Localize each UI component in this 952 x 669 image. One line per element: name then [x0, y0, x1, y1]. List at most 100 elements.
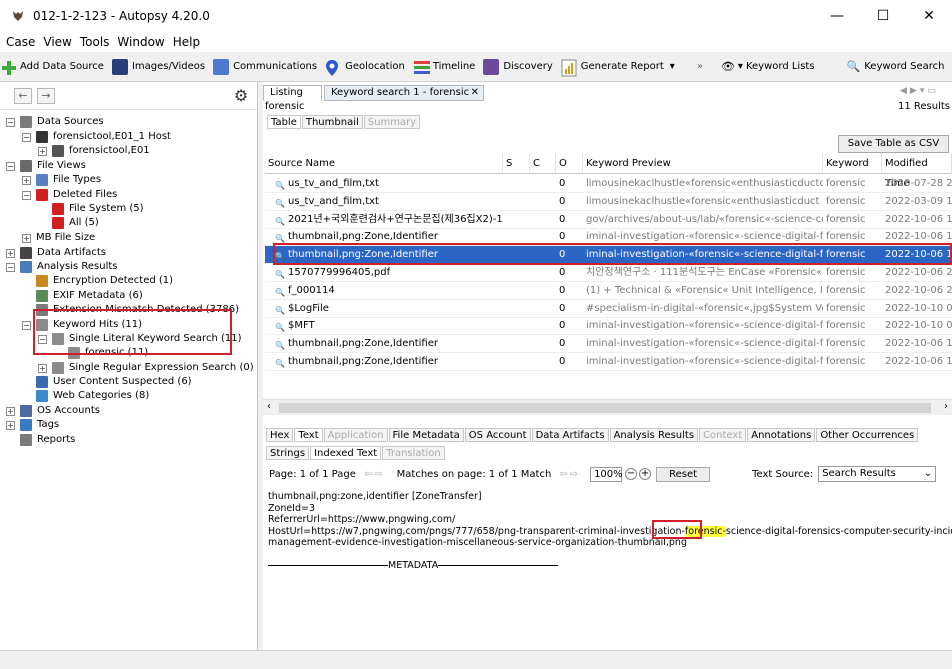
table-row[interactable]: 🔍 us_tv_and_film,txt 0 limousinekaclhustle«… — [265, 175, 952, 193]
subtab-thumbnail[interactable]: Thumbnail — [301, 115, 363, 129]
scroll-right-icon[interactable]: › — [944, 401, 948, 412]
tree-node[interactable]: EXIF Metadata (6) — [22, 289, 143, 303]
prev-page-icon[interactable]: ⇦ — [364, 469, 372, 480]
maximize-button[interactable]: ☐ — [860, 0, 906, 32]
keyword-lists-button[interactable]: 👁 ▾ Keyword Lists — [721, 60, 815, 73]
table-row[interactable]: 🔍 $LogFile 0 #specialism-in-digital-«forens… — [265, 300, 952, 318]
toolbar-overflow-icon[interactable]: » — [697, 61, 703, 72]
tree-node[interactable]: + Single Regular Expression Search (0) — [38, 361, 254, 375]
table-row[interactable]: 🔍 1570779996405,pdf 0 치안정책연구소 · 111분석도구는 En… — [265, 264, 952, 282]
tree-node[interactable]: Reports — [6, 433, 75, 447]
tab-file-metadata[interactable]: File Metadata — [388, 428, 464, 442]
tree-node[interactable]: Web Categories (8) — [22, 389, 149, 403]
collapse-icon[interactable]: − — [22, 132, 31, 142]
tab-other-occurrences[interactable]: Other Occurrences — [816, 428, 919, 442]
add-data-source-button[interactable]: Add Data Source — [0, 59, 104, 75]
subtab-indexed-text[interactable]: Indexed Text — [310, 446, 382, 460]
zoom-in-icon[interactable]: + — [639, 468, 652, 480]
table-row[interactable]: 🔍 thumbnail,png:Zone,Identifier 0 iminal-in… — [265, 353, 952, 371]
text-source-select[interactable]: Search Results ⌄ — [818, 466, 937, 482]
expand-icon[interactable]: + — [38, 363, 47, 373]
table-row[interactable]: 🔍 us_tv_and_film,txt 0 limousinekaclhustle«… — [265, 193, 952, 211]
gear-icon[interactable]: ⚙ — [232, 87, 250, 105]
subtab-strings[interactable]: Strings — [266, 446, 310, 460]
column-modified-time[interactable]: Modified Time — [882, 154, 952, 189]
discovery-button[interactable]: Discovery — [483, 58, 553, 75]
tree-node[interactable]: + File Types — [22, 173, 101, 187]
column-c[interactable]: C — [530, 154, 556, 174]
next-page-icon[interactable]: ⇨ — [374, 469, 382, 480]
tree-node[interactable]: − Analysis Results — [6, 260, 118, 274]
collapse-icon[interactable]: − — [6, 262, 15, 272]
expand-icon[interactable]: + — [22, 175, 31, 185]
tab-hex[interactable]: Hex — [266, 428, 294, 442]
timeline-button[interactable]: Timeline — [413, 59, 475, 75]
expand-icon[interactable]: + — [38, 146, 47, 156]
generate-report-label: Generate Report — [580, 61, 664, 72]
table-row[interactable]: 🔍2021년+국외훈련검사+연구논문집(제36집X2)-17,최윤: 0 gov/a… — [265, 211, 952, 229]
collapse-icon[interactable]: − — [6, 117, 15, 127]
tree-node[interactable]: All (5) — [38, 216, 99, 230]
close-button[interactable]: ✕ — [906, 0, 952, 32]
table-horizontal-scrollbar[interactable]: ‹ › — [263, 399, 952, 415]
table-row[interactable]: 🔍 $MFT 0 iminal-investigation-«forensic«-sc… — [265, 317, 952, 336]
back-arrow-icon[interactable]: ← — [14, 88, 32, 104]
tab-analysis-results[interactable]: Analysis Results — [609, 428, 699, 442]
tree-node[interactable]: Encryption Detected (1) — [22, 274, 173, 288]
generate-report-button[interactable]: Generate Report ▾ — [561, 59, 675, 76]
expand-icon[interactable]: + — [6, 406, 15, 416]
next-match-icon[interactable]: ⇨ — [570, 469, 578, 480]
tab-listing[interactable]: Listing — [263, 85, 322, 101]
expand-icon[interactable]: + — [6, 248, 15, 258]
tree-node[interactable]: − Deleted Files — [22, 188, 117, 202]
close-tab-icon[interactable]: ✕ — [471, 86, 479, 100]
images-videos-button[interactable]: Images/Videos — [111, 58, 205, 75]
tree-node[interactable]: − Data Sources — [6, 115, 104, 129]
tab-annotations[interactable]: Annotations — [747, 428, 816, 442]
menu-case[interactable]: Case — [6, 35, 35, 49]
expand-icon[interactable]: + — [6, 420, 15, 430]
tree-node[interactable]: + Tags — [6, 418, 59, 432]
column-keyword-preview[interactable]: Keyword Preview — [583, 154, 823, 174]
minimize-button[interactable]: — — [814, 0, 860, 32]
tab-nav-arrows-icon[interactable]: ◀▶▾▭ — [900, 86, 939, 96]
collapse-icon[interactable]: − — [22, 320, 31, 330]
scroll-left-icon[interactable]: ‹ — [267, 401, 271, 412]
menu-view[interactable]: View — [43, 35, 71, 49]
tree-node[interactable]: + OS Accounts — [6, 404, 100, 418]
tab-text[interactable]: Text — [294, 428, 323, 442]
column-keyword[interactable]: Keyword — [823, 154, 882, 174]
tree-node[interactable]: + Data Artifacts — [6, 246, 106, 260]
reset-button[interactable]: Reset — [656, 466, 711, 482]
save-table-csv-button[interactable]: Save Table as CSV — [838, 135, 949, 153]
menu-help[interactable]: Help — [173, 35, 200, 49]
tree-node[interactable]: − File Views — [6, 159, 86, 173]
tree-node[interactable]: − forensictool,E01_1 Host — [22, 130, 171, 144]
tab-os-account[interactable]: OS Account — [464, 428, 531, 442]
collapse-icon[interactable]: − — [22, 190, 31, 200]
column-source-name[interactable]: Source Name — [265, 154, 503, 174]
prev-match-icon[interactable]: ⇦ — [559, 469, 567, 480]
scrollbar-thumb[interactable] — [279, 403, 931, 413]
tree-node[interactable]: File System (5) — [38, 202, 144, 216]
tree-node[interactable]: + forensictool,E01 — [38, 144, 150, 158]
zoom-field[interactable]: 100% — [590, 466, 623, 482]
menu-window[interactable]: Window — [117, 35, 164, 49]
tree-node[interactable]: + MB File Size — [22, 231, 95, 245]
tab-data-artifacts[interactable]: Data Artifacts — [531, 428, 609, 442]
collapse-icon[interactable]: − — [6, 161, 15, 171]
table-row[interactable]: 🔍 thumbnail,png:Zone,Identifier 0 iminal-in… — [265, 335, 952, 354]
column-s[interactable]: S — [503, 154, 530, 174]
column-o[interactable]: O — [556, 154, 583, 174]
zoom-out-icon[interactable]: − — [625, 468, 638, 480]
keyword-search-button[interactable]: 🔍 Keyword Search — [847, 60, 945, 73]
expand-icon[interactable]: + — [22, 233, 31, 243]
forward-arrow-icon[interactable]: → — [37, 88, 55, 104]
communications-button[interactable]: Communications — [213, 58, 317, 75]
table-row[interactable]: 🔍 f_000114 0 (1) + Technical & «Forensic« U… — [265, 282, 952, 300]
subtab-table[interactable]: Table — [267, 115, 301, 129]
geolocation-button[interactable]: Geolocation — [325, 59, 405, 76]
tab-keyword-search[interactable]: Keyword search 1 - forensic ✕ — [324, 85, 484, 101]
menu-tools[interactable]: Tools — [80, 35, 110, 49]
tree-node[interactable]: User Content Suspected (6) — [22, 375, 192, 389]
